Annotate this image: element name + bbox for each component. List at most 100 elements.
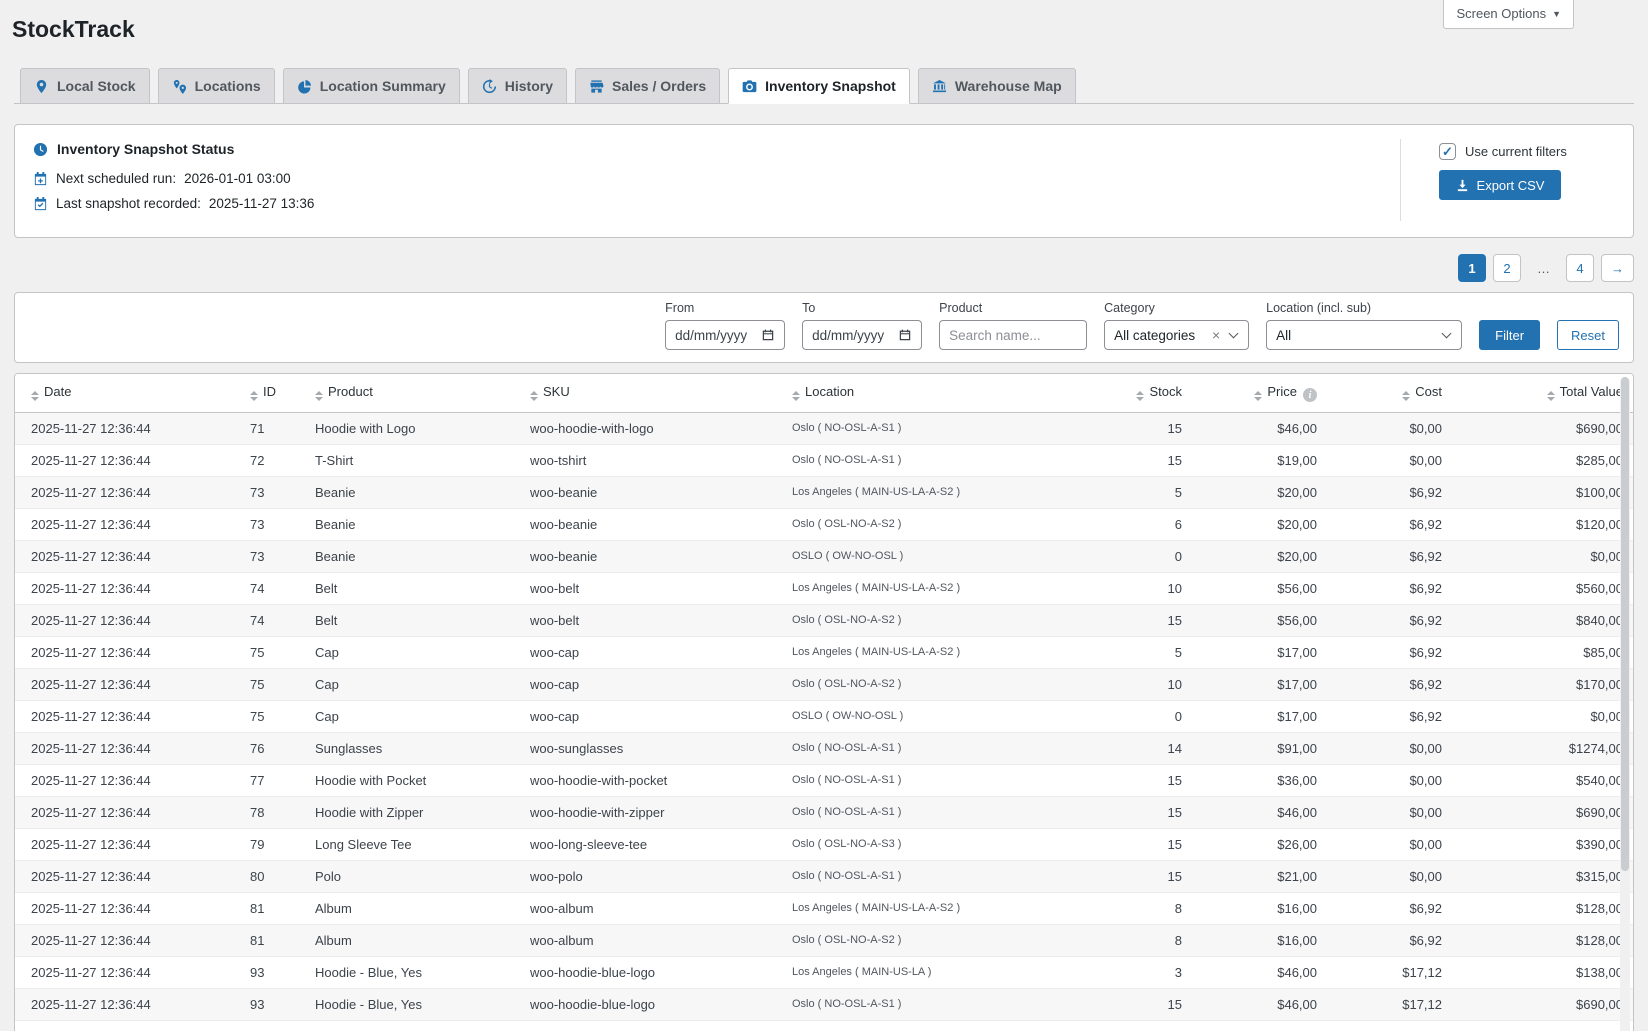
table-row: 2025-11-27 12:36:4493Hoodie - Blue, Yesw… (15, 956, 1633, 988)
sort-icon[interactable] (1402, 391, 1410, 401)
cell-price: $56,00 (1192, 572, 1327, 604)
cell-total-value: $120,00 (1452, 508, 1633, 540)
tab-bar: Local Stock Locations Location Summary Hist… (14, 68, 1634, 104)
use-current-filters-checkbox[interactable]: ✓ (1439, 143, 1456, 160)
pagination-next-button[interactable]: → (1601, 254, 1634, 282)
cell-price: $46,00 (1192, 988, 1327, 1020)
column-header-cost[interactable]: Cost (1327, 374, 1452, 412)
cell-id: 73 (240, 508, 305, 540)
column-header-date[interactable]: Date (15, 374, 240, 412)
cell-date: 2025-11-27 12:36:44 (15, 540, 240, 572)
cell-location: Los Angeles ( MAIN-US-LA-A-S2 ) (782, 1020, 1102, 1031)
cell-location: Los Angeles ( MAIN-US-LA-A-S2 ) (782, 572, 1102, 604)
status-panel-title: Inventory Snapshot Status (57, 141, 234, 157)
cell-price: $17,00 (1192, 700, 1327, 732)
cell-location: OSLO ( OW-NO-OSL ) (782, 700, 1102, 732)
screen-options-button[interactable]: Screen Options ▼ (1443, 0, 1574, 29)
location-select[interactable]: All (1266, 320, 1462, 350)
location-field-group: Location (incl. sub) All (1266, 301, 1462, 350)
sort-icon[interactable] (1547, 391, 1555, 401)
cell-sku: woo-beanie (520, 476, 782, 508)
product-search-input[interactable] (939, 320, 1087, 350)
column-header-product[interactable]: Product (305, 374, 520, 412)
cell-price: $17,00 (1192, 668, 1327, 700)
column-header-stock[interactable]: Stock (1102, 374, 1192, 412)
column-header-location[interactable]: Location (782, 374, 1102, 412)
sort-icon[interactable] (315, 391, 323, 401)
column-header-price[interactable]: Pricei (1192, 374, 1327, 412)
download-icon (1456, 179, 1469, 192)
tab-local-stock[interactable]: Local Stock (20, 68, 150, 104)
cell-product: Belt (305, 604, 520, 636)
tab-label: Local Stock (57, 78, 136, 94)
tab-label: History (505, 78, 553, 94)
tab-location-summary[interactable]: Location Summary (283, 68, 460, 104)
sort-icon[interactable] (250, 391, 258, 401)
table-row: 2025-11-27 12:36:4474Beltwoo-beltLos Ang… (15, 572, 1633, 604)
from-label: From (665, 301, 785, 315)
tab-inventory-snapshot[interactable]: Inventory Snapshot (728, 68, 910, 104)
cell-date: 2025-11-27 12:36:44 (15, 508, 240, 540)
tab-locations[interactable]: Locations (158, 68, 275, 104)
cell-cost: $17,12 (1327, 988, 1452, 1020)
calendar-icon[interactable] (898, 328, 912, 342)
info-icon[interactable]: i (1303, 388, 1317, 402)
cell-date: 2025-11-27 12:36:44 (15, 1020, 240, 1031)
cell-location: Oslo ( OSL-NO-A-S2 ) (782, 924, 1102, 956)
tab-label: Location Summary (320, 78, 446, 94)
from-date-input[interactable]: dd/mm/yyyy (665, 320, 785, 350)
to-label: To (802, 301, 922, 315)
cell-stock: 8 (1102, 892, 1192, 924)
table-row: 2025-11-27 12:36:4481Albumwoo-albumLos A… (15, 892, 1633, 924)
use-current-filters-row[interactable]: ✓ Use current filters (1439, 143, 1615, 160)
pagination-page-1[interactable]: 1 (1458, 254, 1486, 282)
sort-icon[interactable] (31, 391, 39, 401)
sort-icon[interactable] (530, 391, 538, 401)
cell-location: Oslo ( NO-OSL-A-S1 ) (782, 412, 1102, 444)
cell-cost: $0,00 (1327, 796, 1452, 828)
pagination-page-4[interactable]: 4 (1566, 254, 1594, 282)
cell-total-value: $690,00 (1452, 988, 1633, 1020)
cell-total-value: $128,00 (1452, 892, 1633, 924)
filter-button[interactable]: Filter (1479, 320, 1540, 350)
cell-cost: $6,92 (1327, 476, 1452, 508)
cell-location: Oslo ( OSL-NO-A-S3 ) (782, 828, 1102, 860)
sort-icon[interactable] (1254, 391, 1262, 401)
sort-icon[interactable] (792, 391, 800, 401)
category-select[interactable]: All categories × (1104, 320, 1249, 350)
tab-history[interactable]: History (468, 68, 567, 104)
history-icon (482, 79, 497, 94)
column-header-total-value[interactable]: Total Value (1452, 374, 1633, 412)
cell-date: 2025-11-27 12:36:44 (15, 668, 240, 700)
table-row: 2025-11-27 12:36:4473Beaniewoo-beanieOSL… (15, 540, 1633, 572)
table-scrollbar[interactable] (1620, 377, 1630, 1031)
cell-date: 2025-11-27 12:36:44 (15, 796, 240, 828)
to-date-input[interactable]: dd/mm/yyyy (802, 320, 922, 350)
snapshot-table-panel: DateIDProductSKULocationStockPriceiCostT… (14, 373, 1634, 1031)
pagination-page-2[interactable]: 2 (1493, 254, 1521, 282)
tab-label: Inventory Snapshot (765, 78, 896, 94)
chevron-down-icon (1229, 328, 1239, 338)
column-header-id[interactable]: ID (240, 374, 305, 412)
cell-stock: 5 (1102, 636, 1192, 668)
table-row: 2025-11-27 12:36:4474Beltwoo-beltOslo ( … (15, 604, 1633, 636)
clear-category-icon[interactable]: × (1212, 328, 1220, 342)
export-csv-button[interactable]: Export CSV (1439, 170, 1561, 200)
category-selected-value: All categories (1114, 328, 1206, 343)
cell-stock: 5 (1102, 1020, 1192, 1031)
table-row: 2025-11-27 12:36:4477Hoodie with Pocketw… (15, 764, 1633, 796)
scrollbar-thumb[interactable] (1621, 377, 1629, 871)
cell-sku: woo-tshirt (520, 444, 782, 476)
camera-icon (742, 79, 757, 94)
calendar-icon[interactable] (761, 328, 775, 342)
cell-total-value: $85,00 (1452, 636, 1633, 668)
cell-stock: 10 (1102, 572, 1192, 604)
sort-icon[interactable] (1136, 391, 1144, 401)
cell-price: $26,00 (1192, 828, 1327, 860)
cell-product: Belt (305, 572, 520, 604)
chevron-down-icon: ▼ (1552, 9, 1561, 19)
column-header-sku[interactable]: SKU (520, 374, 782, 412)
reset-button[interactable]: Reset (1557, 320, 1619, 350)
tab-warehouse-map[interactable]: Warehouse Map (918, 68, 1076, 104)
tab-sales-orders[interactable]: Sales / Orders (575, 68, 720, 104)
